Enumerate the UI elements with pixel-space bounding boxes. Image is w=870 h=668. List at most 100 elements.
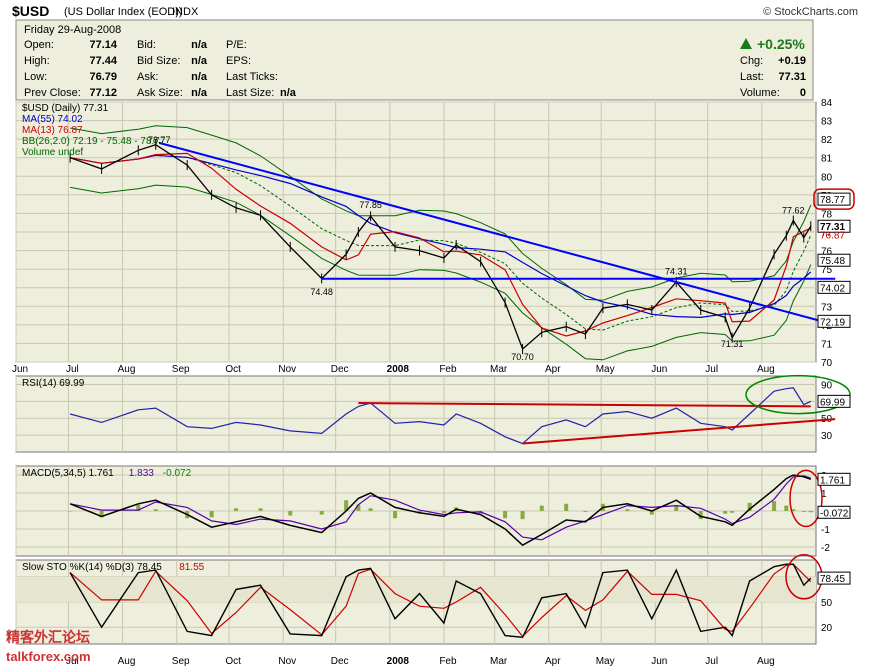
macd-histogram-bar [772, 501, 777, 511]
quote-cell: Ask: [137, 71, 158, 83]
y-tick-label: 30 [821, 431, 833, 442]
x-axis-label: Aug [757, 364, 775, 375]
stochastic-panel: 20508078.45Slow STO %K(14) %D(3) 78.4581… [15, 554, 851, 667]
x-axis-label: Dec [331, 656, 349, 667]
macd-histogram-bar [539, 505, 544, 511]
macd-histogram-bar [209, 511, 214, 518]
legend-entry: 1.833 [129, 468, 154, 479]
x-axis-label: Mar [490, 364, 508, 375]
x-axis-label: Oct [225, 364, 241, 375]
header-name: (US Dollar Index (EOD)) [64, 6, 183, 18]
quote-cell: 77.44 [89, 55, 117, 67]
legend-entry: Volume undef [22, 147, 83, 158]
quote-cell: Low: [24, 71, 47, 83]
quote-cell: n/a [191, 39, 208, 51]
macd-histogram-bar [153, 509, 158, 511]
macd-histogram-bar [503, 511, 508, 519]
x-axis-label: Sep [172, 364, 190, 375]
macd-histogram-bar [441, 511, 446, 513]
change-percent: +0.25% [757, 36, 805, 52]
x-axis-label: Aug [757, 656, 775, 667]
price-label: 75.48 [820, 256, 845, 267]
macd-histogram-bar [393, 511, 398, 519]
macd-histogram-bar [288, 511, 293, 516]
macd-histogram-bar [68, 511, 73, 512]
quote-panel-bg [15, 19, 814, 101]
y-tick-label: 71 [821, 339, 833, 350]
price-annotation: 77.85 [359, 200, 382, 210]
x-axis-label: May [596, 656, 615, 667]
macd-histogram-bar [784, 505, 789, 511]
macd-histogram-bar [723, 511, 728, 514]
quote-cell: Bid: [137, 39, 156, 51]
quote-cell: 76.79 [89, 71, 117, 83]
macd-histogram-bar [520, 511, 525, 520]
macd-panel: -2-10121.761-0.072MACD(5,34,5) 1.7611.83… [15, 465, 851, 557]
chart-header: $USD (US Dollar Index (EOD)) INDX © Stoc… [12, 3, 858, 19]
macd-current-label: 1.761 [820, 475, 845, 486]
watermark: 精客外汇论坛 talkforex.com [6, 629, 91, 664]
y-tick-label: 81 [821, 154, 833, 165]
macd-histogram-bar [583, 511, 588, 512]
price-annotation: 74.31 [665, 267, 688, 277]
x-axis-label: May [596, 364, 615, 375]
legend-entry: MA(55) 74.02 [22, 114, 83, 125]
watermark-url: talkforex.com [6, 649, 91, 664]
quote-cell: Open: [24, 39, 54, 51]
legend-entry: Slow STO %K(14) %D(3) 78.45 [22, 562, 162, 573]
macd-histogram-bar [808, 511, 813, 513]
price-label: 76.87 [820, 230, 845, 241]
quote-right-label: Volume: [740, 87, 780, 99]
quote-cell: n/a [191, 71, 208, 83]
y-tick-label: 78 [821, 209, 833, 220]
quote-cell: 77.14 [89, 39, 117, 51]
price-label: 74.02 [820, 283, 845, 294]
quote-right-value: 0 [800, 87, 806, 99]
y-tick-label: 73 [821, 302, 833, 313]
quote-panel: Friday 29-Aug-2008 Open: 77.14 Bid: n/a P/E:… [15, 19, 814, 101]
x-axis-label: Aug [118, 656, 136, 667]
x-axis-label: 2008 [387, 364, 410, 375]
legend-entry: $USD (Daily) 77.31 [22, 103, 109, 114]
rsi-current-label: 69.99 [820, 397, 845, 408]
macd-current-label: -0.072 [820, 508, 849, 519]
quote-right-label: Last: [740, 71, 764, 83]
macd-histogram-bar [625, 509, 630, 511]
header-symbol: $USD [12, 3, 49, 19]
y-tick-label: 20 [821, 623, 833, 634]
y-tick-label: 84 [821, 98, 833, 109]
quote-cell: n/a [280, 87, 297, 99]
y-tick-label: -2 [821, 543, 830, 554]
price-annotation: 70.70 [511, 352, 534, 362]
y-tick-label: 80 [821, 172, 833, 183]
x-axis-label: Sep [172, 656, 190, 667]
stoch-current-label: 78.45 [820, 574, 845, 585]
macd-histogram-bar [319, 511, 324, 515]
watermark-chinese: 精客外汇论坛 [6, 629, 90, 645]
rsi-panel: 3050709069.99RSI(14) 69.99 [15, 374, 851, 453]
quote-cell: EPS: [226, 55, 251, 67]
x-axis-label: Jun [651, 656, 667, 667]
price-annotation: 74.48 [310, 287, 333, 297]
quote-cell: n/a [191, 87, 208, 99]
price-panel: 70717273747576777879808182838478.7777.85… [12, 98, 855, 375]
x-axis-label: Apr [545, 364, 561, 375]
y-tick-label: 83 [821, 117, 833, 128]
legend-entry: MACD(5,34,5) 1.761 [22, 468, 114, 479]
legend-entry: BB(26,2.0) 72.19 - 75.48 - 78.77 [22, 136, 166, 147]
macd-histogram-bar [674, 505, 679, 511]
x-axis-label: Feb [439, 364, 457, 375]
source-credit: © StockCharts.com [763, 6, 858, 18]
legend-entry: MA(13) 76.87 [22, 125, 83, 136]
quote-right-value: +0.19 [778, 55, 806, 67]
macd-histogram-bar [730, 511, 735, 513]
x-axis-label: Dec [331, 364, 349, 375]
quote-right-value: 77.31 [778, 71, 806, 83]
quote-cell: 77.12 [89, 87, 117, 99]
quote-cell: Last Ticks: [226, 71, 278, 83]
stock-chart: $USD (US Dollar Index (EOD)) INDX © Stoc… [6, 3, 858, 667]
x-axis-label: Mar [490, 656, 508, 667]
macd-histogram-bar [564, 503, 569, 511]
x-axis-label: 2008 [387, 656, 410, 667]
quote-cell: Last Size: [226, 87, 274, 99]
